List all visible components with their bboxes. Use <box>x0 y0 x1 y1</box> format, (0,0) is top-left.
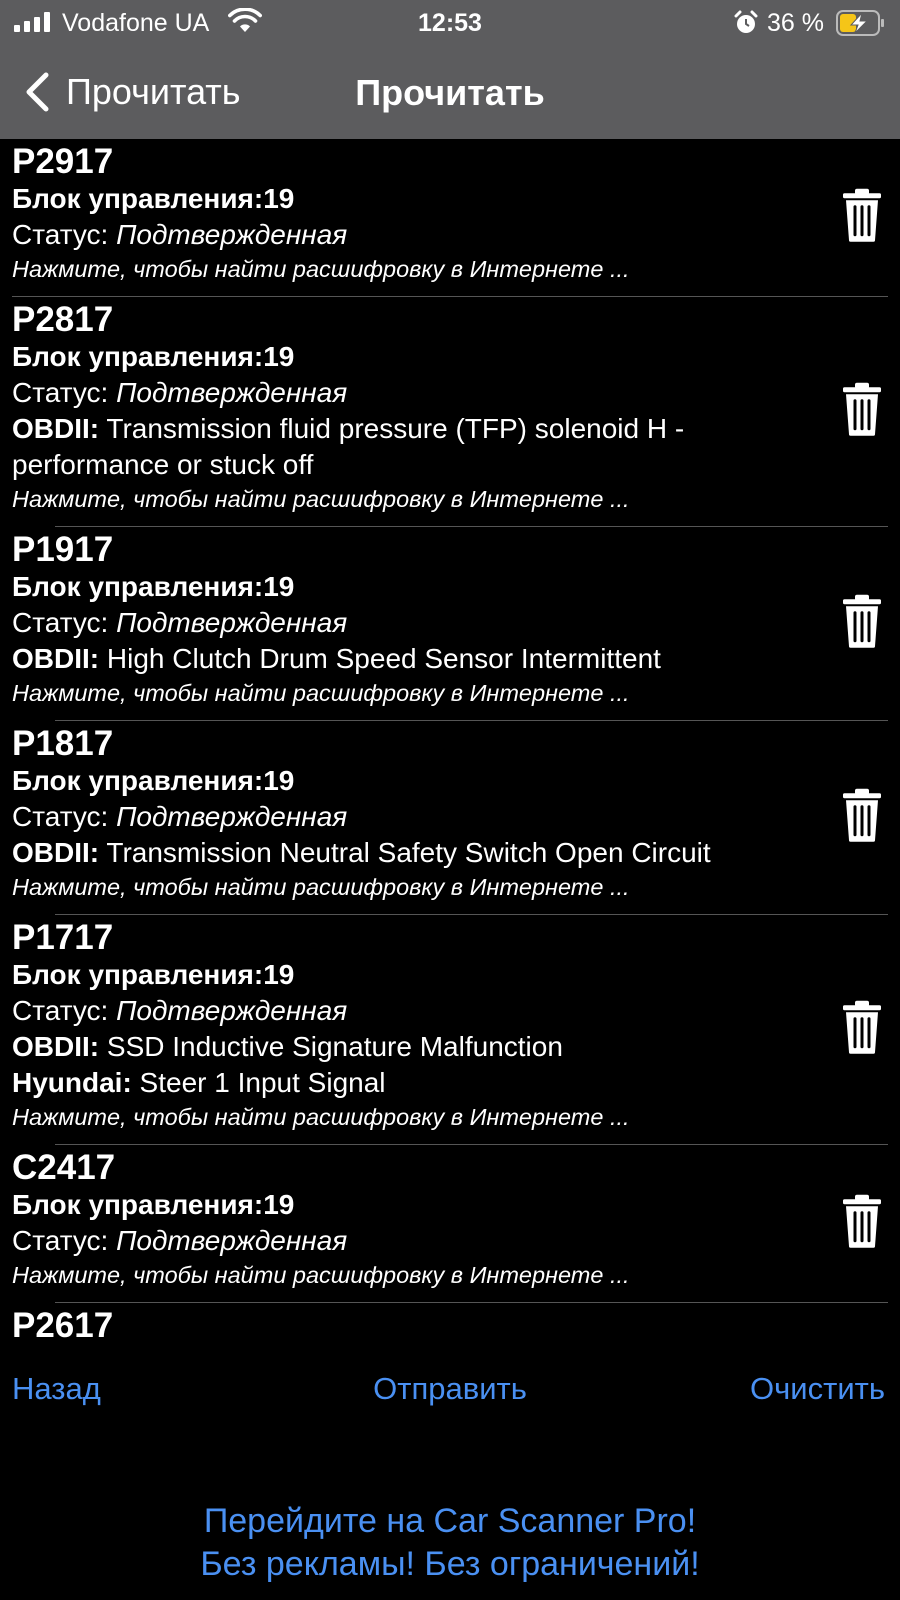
description-text: Transmission fluid pressure (TFP) soleno… <box>12 413 685 480</box>
control-unit-line: Блок управления:19 <box>12 1187 790 1223</box>
trouble-code: P1817 <box>12 724 114 763</box>
description-text: Steer 1 Input Signal <box>131 1067 386 1098</box>
control-unit-line: Блок управления:19 <box>12 181 790 217</box>
code-description: OBDII: Transmission Neutral Safety Switc… <box>12 835 790 871</box>
top-bar: Vodafone UA 12:53 36 % Прочитать Прочита… <box>0 0 900 139</box>
trouble-code-item[interactable]: P2817 Блок управления:19 Статус: Подтвержд… <box>0 297 900 527</box>
trouble-code: P2917 <box>12 142 114 181</box>
code-description: OBDII: SSD Inductive Signature Malfuncti… <box>12 1029 790 1065</box>
control-unit-label: Блок управления: <box>12 183 264 214</box>
code-description: Hyundai: Steer 1 Input Signal <box>12 1065 790 1101</box>
navigation-bar: Прочитать Прочитать <box>0 46 900 139</box>
control-unit-label: Блок управления: <box>12 765 264 796</box>
battery-charging-icon <box>836 10 884 36</box>
search-online-hint[interactable]: Нажмите, чтобы найти расшифровку в Интер… <box>12 253 790 285</box>
control-unit-label: Блок управления: <box>12 959 264 990</box>
status-line: Статус: Подтвержденная <box>12 1223 790 1259</box>
trouble-code: P1717 <box>12 918 114 957</box>
control-unit-line: Блок управления:19 <box>12 569 790 605</box>
trouble-code-item[interactable]: P2617Блок управления:19Статус: Подтвержд… <box>0 1303 900 1341</box>
status-value: Подтвержденная <box>116 801 348 832</box>
trouble-code-item[interactable]: P1917 Блок управления:19 Статус: Подтвержд… <box>0 527 900 721</box>
code-description: OBDII: Transmission fluid pressure (TFP)… <box>12 411 790 483</box>
control-unit-label: Блок управления: <box>12 571 264 602</box>
status-label: Статус: <box>12 377 117 408</box>
trash-icon[interactable] <box>842 188 882 242</box>
status-line: Статус: Подтвержденная <box>12 799 790 835</box>
control-unit-value: 19 <box>263 765 295 796</box>
back-button-label: Прочитать <box>66 71 241 112</box>
search-online-hint[interactable]: Нажмите, чтобы найти расшифровку в Интер… <box>12 483 790 515</box>
control-unit-value: 19 <box>263 183 295 214</box>
clear-button[interactable]: Очистить <box>750 1371 885 1407</box>
trash-icon[interactable] <box>842 788 882 842</box>
status-line: Статус: Подтвержденная <box>12 993 790 1029</box>
promo-line-1: Перейдите на Car Scanner Pro! <box>203 1502 697 1540</box>
upgrade-promo-link[interactable]: Перейдите на Car Scanner Pro! Без реклам… <box>0 1500 900 1586</box>
search-online-hint[interactable]: Нажмите, чтобы найти расшифровку в Интер… <box>12 1259 790 1291</box>
trouble-code-item[interactable]: P2917 Блок управления:19 Статус: Подтвержд… <box>0 139 900 297</box>
status-value: Подтвержденная <box>116 219 348 250</box>
description-source: OBDII: <box>12 643 100 674</box>
status-label: Статус: <box>12 219 117 250</box>
trouble-code: P2817 <box>12 300 114 339</box>
control-unit-line: Блок управления:19 <box>12 339 790 375</box>
control-unit-label: Блок управления: <box>12 341 264 372</box>
control-unit-value: 19 <box>263 341 295 372</box>
description-text: SSD Inductive Signature Malfunction <box>99 1031 563 1062</box>
trouble-code-item[interactable]: P1717 Блок управления:19 Статус: Подтвержд… <box>0 915 900 1145</box>
control-unit-value: 19 <box>263 959 295 990</box>
description-source: OBDII: <box>12 837 100 868</box>
description-source: OBDII: <box>12 413 100 444</box>
trouble-code: P2617 <box>12 1306 114 1341</box>
search-online-hint[interactable]: Нажмите, чтобы найти расшифровку в Интер… <box>12 871 790 903</box>
control-unit-line: Блок управления:19 <box>12 763 790 799</box>
status-value: Подтвержденная <box>116 1225 348 1256</box>
battery-percentage: 36 % <box>767 9 824 37</box>
trouble-code-item[interactable]: P1817 Блок управления:19 Статус: Подтвержд… <box>0 721 900 915</box>
trouble-code-item[interactable]: C2417 Блок управления:19 Статус: Подтвержд… <box>0 1145 900 1303</box>
status-label: Статус: <box>12 995 117 1026</box>
trash-icon[interactable] <box>842 594 882 648</box>
status-value: Подтвержденная <box>116 377 348 408</box>
code-description: OBDII: High Clutch Drum Speed Sensor Int… <box>12 641 790 677</box>
promo-line-2: Без рекламы! Без ограничений! <box>200 1545 700 1583</box>
description-text: High Clutch Drum Speed Sensor Intermitte… <box>99 643 661 674</box>
alarm-icon <box>734 10 758 33</box>
control-unit-value: 19 <box>263 571 295 602</box>
status-label: Статус: <box>12 607 117 638</box>
status-line: Статус: Подтвержденная <box>12 605 790 641</box>
status-value: Подтвержденная <box>116 607 348 638</box>
trouble-code-list[interactable]: P2917 Блок управления:19 Статус: Подтвержд… <box>0 139 900 1340</box>
trouble-code: C2417 <box>12 1148 116 1187</box>
status-label: Статус: <box>12 801 117 832</box>
trash-icon[interactable] <box>842 1000 882 1054</box>
clock: 12:53 <box>418 9 482 37</box>
chevron-left-icon <box>26 72 49 112</box>
control-unit-line: Блок управления:19 <box>12 957 790 993</box>
status-label: Статус: <box>12 1225 117 1256</box>
trouble-code: P1917 <box>12 530 114 569</box>
trash-icon[interactable] <box>842 382 882 436</box>
back-button[interactable]: Прочитать <box>22 68 241 116</box>
description-source: OBDII: <box>12 1031 100 1062</box>
status-line: Статус: Подтвержденная <box>12 375 790 411</box>
status-bar: Vodafone UA 12:53 36 % <box>0 0 900 46</box>
trash-icon[interactable] <box>842 1194 882 1248</box>
control-unit-label: Блок управления: <box>12 1189 264 1220</box>
search-online-hint[interactable]: Нажмите, чтобы найти расшифровку в Интер… <box>12 677 790 709</box>
status-value: Подтвержденная <box>116 995 348 1026</box>
search-online-hint[interactable]: Нажмите, чтобы найти расшифровку в Интер… <box>12 1101 790 1133</box>
bottom-toolbar: Назад Отправить Очистить <box>0 1340 900 1495</box>
control-unit-value: 19 <box>263 1189 295 1220</box>
description-text: Transmission Neutral Safety Switch Open … <box>99 837 711 868</box>
status-line: Статус: Подтвержденная <box>12 217 790 253</box>
description-source: Hyundai: <box>12 1067 132 1098</box>
